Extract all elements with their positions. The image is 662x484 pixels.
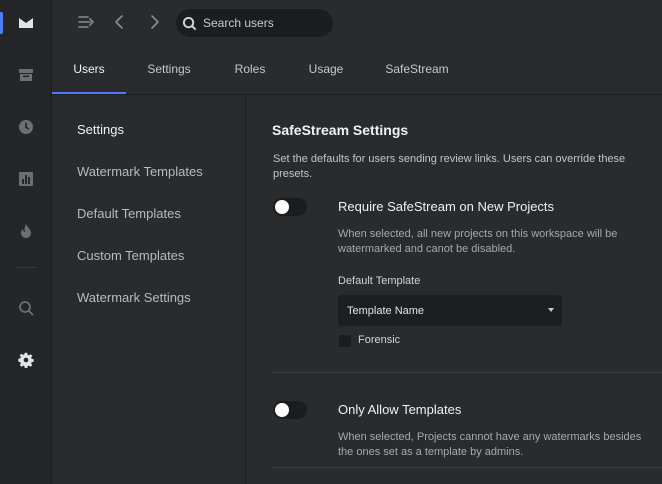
chart-icon: [19, 172, 33, 186]
only-allow-templates-title: Only Allow Templates: [338, 402, 462, 417]
tab-roles[interactable]: Roles: [217, 44, 283, 94]
require-safestream-description: When selected, all new projects on this …: [338, 228, 618, 255]
tab-settings[interactable]: Settings: [132, 44, 206, 94]
search-icon: [19, 301, 34, 316]
tab-usage[interactable]: Usage: [292, 44, 360, 94]
rail-item-archive[interactable]: [0, 55, 52, 95]
chevron-left-icon: [115, 15, 123, 29]
page-description: Set the defaults for users sending revie…: [273, 153, 626, 180]
rail-item-search[interactable]: [0, 288, 52, 328]
require-safestream-toggle[interactable]: [273, 198, 307, 216]
sidebar-item-watermark-templates[interactable]: Watermark Templates: [77, 164, 203, 179]
default-template-value: Template Name: [347, 304, 425, 317]
only-allow-templates-description: When selected, Projects cannot have any …: [338, 431, 642, 458]
forensic-checkbox[interactable]: [339, 335, 351, 347]
sidebar-item-watermark-settings[interactable]: Watermark Settings: [77, 290, 191, 305]
toggle-knob: [275, 403, 289, 417]
rail-item-analytics[interactable]: [0, 159, 52, 199]
search-icon: [182, 16, 197, 30]
rail-item-inbox[interactable]: [0, 3, 52, 43]
chevron-right-icon: [151, 15, 159, 29]
forensic-label: Forensic: [358, 334, 401, 346]
settings-sidebar: Settings Watermark Templates Default Tem…: [52, 96, 246, 484]
collapse-sidebar-button[interactable]: [76, 12, 96, 32]
default-template-label: Default Template: [338, 275, 421, 287]
rail-item-recent[interactable]: [0, 107, 52, 147]
tab-users[interactable]: Users: [52, 44, 126, 94]
gear-icon: [18, 352, 34, 368]
flame-icon: [21, 224, 31, 238]
archive-icon: [19, 69, 33, 81]
only-allow-templates-toggle[interactable]: [273, 401, 307, 419]
default-template-select[interactable]: Template Name: [338, 295, 562, 326]
inbox-icon: [19, 18, 33, 28]
back-button[interactable]: [110, 12, 130, 32]
icon-rail: [0, 0, 52, 484]
forward-button[interactable]: [144, 12, 164, 32]
rail-item-trending[interactable]: [0, 211, 52, 251]
main-content: SafeStream Settings Set the defaults for…: [247, 96, 662, 484]
clock-icon: [19, 120, 33, 134]
search-box[interactable]: [176, 9, 333, 37]
toggle-knob: [275, 200, 289, 214]
section-divider: [272, 467, 662, 468]
require-safestream-title: Require SafeStream on New Projects: [338, 199, 555, 214]
collapse-icon: [78, 16, 94, 28]
section-divider: [272, 372, 662, 373]
search-input[interactable]: [203, 16, 323, 30]
page-title: SafeStream Settings: [272, 122, 409, 138]
active-tab-indicator: [52, 92, 126, 94]
caret-down-icon: [548, 308, 554, 312]
rail-item-settings[interactable]: [0, 340, 52, 380]
sidebar-item-default-templates[interactable]: Default Templates: [77, 206, 181, 221]
sidebar-item-custom-templates[interactable]: Custom Templates: [77, 248, 184, 263]
rail-divider: [16, 267, 36, 268]
top-bar: [52, 0, 662, 44]
tab-bar: Users Settings Roles Usage SafeStream: [52, 44, 662, 95]
sidebar-item-settings[interactable]: Settings: [77, 122, 124, 137]
tab-safestream[interactable]: SafeStream: [376, 44, 458, 94]
